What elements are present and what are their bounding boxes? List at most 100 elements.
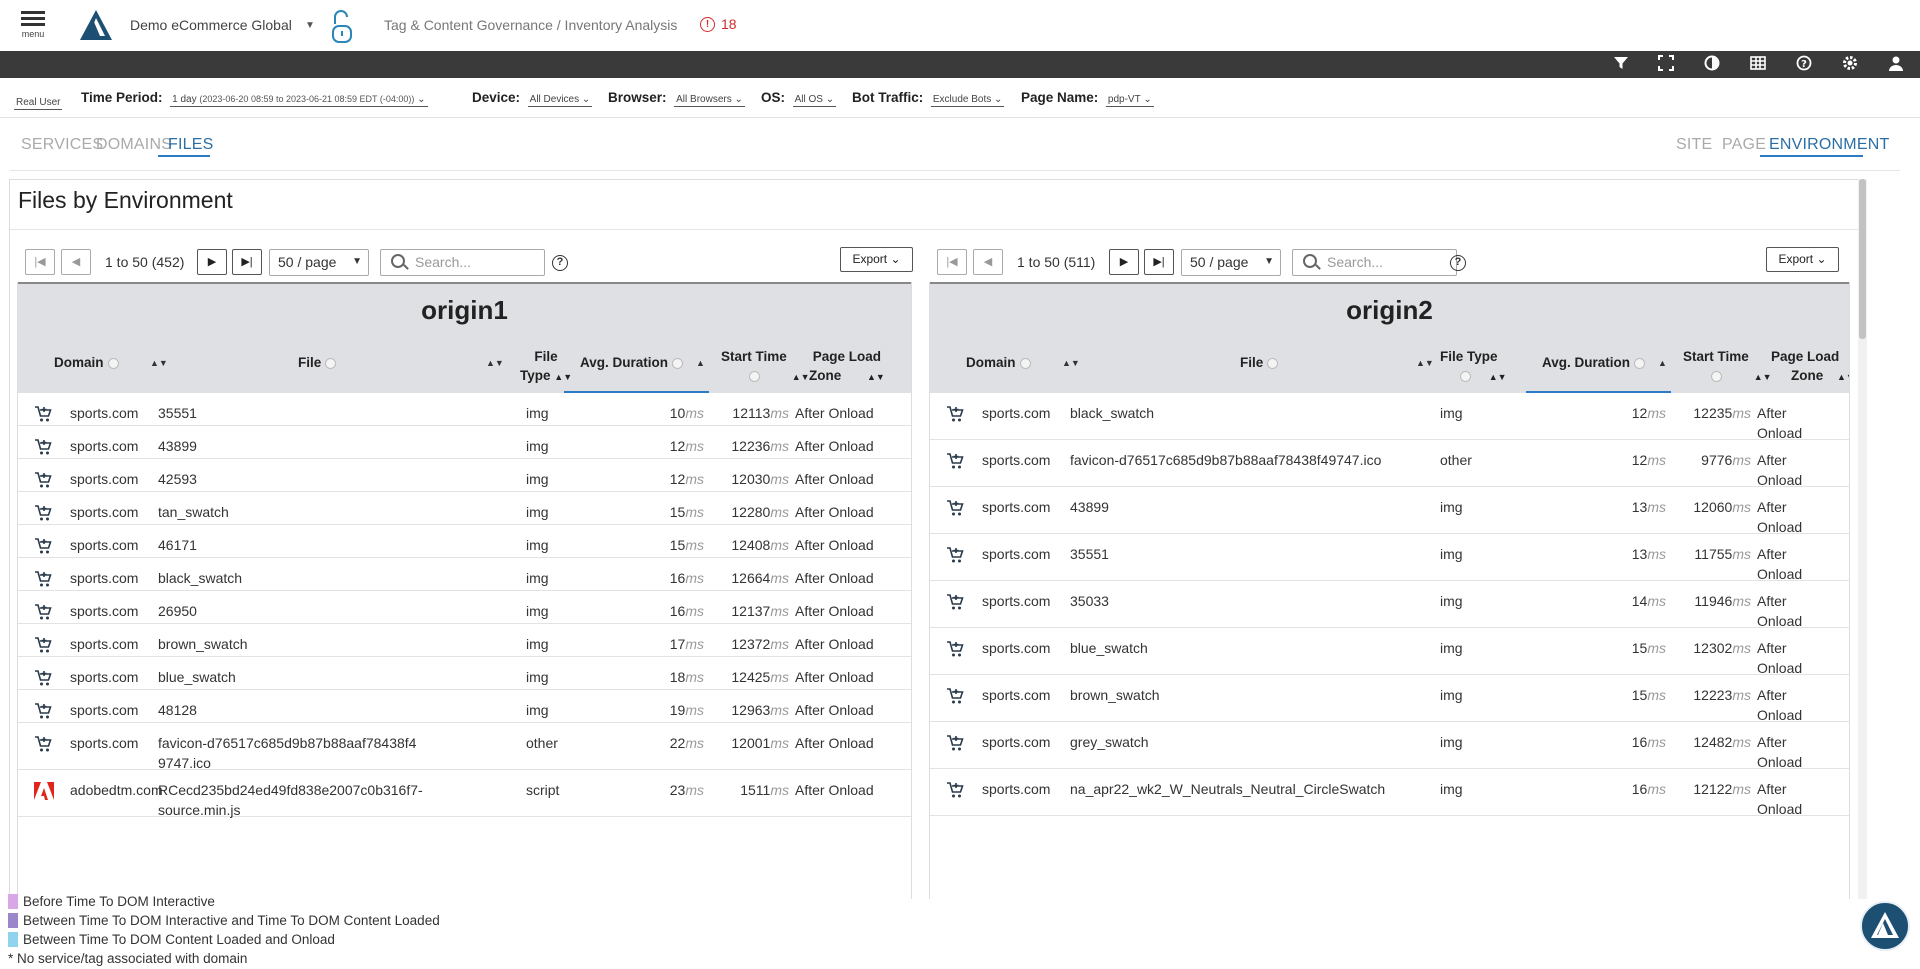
- table-row[interactable]: sports.com 35551 img 10ms 12113ms After Onloa…: [18, 393, 911, 426]
- time-period-filter[interactable]: Time Period: 1 day (2023-06-20 08:59 to …: [81, 90, 428, 107]
- sort-asc-icon[interactable]: ▲: [696, 358, 705, 368]
- search-input[interactable]: Search...: [1292, 249, 1457, 276]
- table-row[interactable]: sports.com blue_swatch img 18ms 12425ms After…: [18, 657, 911, 690]
- tab-services[interactable]: SERVICES: [21, 136, 103, 154]
- search-input[interactable]: Search...: [380, 249, 545, 276]
- contrast-icon[interactable]: [1702, 55, 1722, 75]
- col-start-time[interactable]: Start Time ▲▼: [1671, 338, 1772, 393]
- next-page-button[interactable]: ▶: [197, 249, 227, 275]
- info-icon[interactable]: [1460, 370, 1471, 382]
- tab-site[interactable]: SITE: [1676, 136, 1712, 154]
- help-icon[interactable]: ?: [1794, 55, 1814, 75]
- table-row[interactable]: sports.com 42593 img 12ms 12030ms After Onloa…: [18, 459, 911, 492]
- table-row[interactable]: sports.com 48128 img 19ms 12963ms After Onloa…: [18, 690, 911, 723]
- page-name-value[interactable]: pdp-VT ⌄: [1105, 94, 1154, 107]
- sort-icon[interactable]: ▲▼: [867, 372, 885, 382]
- last-page-button[interactable]: ▶|: [232, 249, 262, 275]
- help-icon[interactable]: ?: [1450, 255, 1466, 271]
- info-icon[interactable]: [1711, 370, 1722, 382]
- col-file-type[interactable]: File Type ▲▼: [1432, 338, 1512, 393]
- table-row[interactable]: sports.com blue_swatch img 15ms 12302ms After…: [930, 628, 1849, 676]
- fullscreen-icon[interactable]: [1656, 55, 1676, 75]
- table-row[interactable]: sports.com grey_swatch img 16ms 12482ms After…: [930, 722, 1849, 770]
- col-file[interactable]: File ▲▼: [158, 338, 504, 393]
- gear-icon[interactable]: [1840, 55, 1860, 75]
- sort-icon[interactable]: ▲▼: [1489, 372, 1507, 382]
- last-page-button[interactable]: ▶|: [1144, 249, 1174, 275]
- columns-icon[interactable]: [1748, 55, 1768, 75]
- table-row[interactable]: sports.com 35033 img 14ms 11946ms After Onloa…: [930, 581, 1849, 629]
- col-file[interactable]: File ▲▼: [1070, 338, 1434, 393]
- table-row[interactable]: sports.com brown_swatch img 17ms 12372ms Afte…: [18, 624, 911, 657]
- info-icon[interactable]: [325, 357, 337, 369]
- browser-value[interactable]: All Browsers ⌄: [674, 94, 745, 107]
- bot-traffic-value[interactable]: Exclude Bots ⌄: [930, 94, 1005, 107]
- table-row[interactable]: sports.com 26950 img 16ms 12137ms After Onloa…: [18, 591, 911, 624]
- prev-page-button[interactable]: ◀: [61, 249, 91, 275]
- panel-scrollbar[interactable]: [1858, 179, 1867, 899]
- assistant-button[interactable]: [1860, 901, 1910, 951]
- col-start-time[interactable]: Start Time ▲▼: [709, 338, 810, 393]
- tab-environment[interactable]: ENVIRONMENT: [1769, 136, 1889, 154]
- scrollbar-thumb[interactable]: [1859, 179, 1866, 339]
- unlock-icon[interactable]: [330, 10, 354, 44]
- page-size-select[interactable]: 50 / page ▼: [1181, 249, 1281, 276]
- table-row[interactable]: sports.com na_apr22_wk2_W_Neutrals_Neutra…: [930, 769, 1849, 817]
- next-page-button[interactable]: ▶: [1109, 249, 1139, 275]
- filter-icon[interactable]: [1611, 55, 1631, 75]
- first-page-button[interactable]: |◀: [937, 249, 967, 275]
- sort-asc-icon[interactable]: ▲: [1658, 358, 1667, 368]
- info-icon[interactable]: [107, 357, 119, 369]
- app-selector[interactable]: Demo eCommerce Global: [130, 17, 292, 33]
- info-icon[interactable]: [672, 357, 684, 369]
- alert-indicator[interactable]: ! 18: [700, 16, 737, 32]
- table-row[interactable]: sports.com favicon-d76517c685d9b87b88aaf7…: [18, 723, 911, 771]
- col-page-load-zone[interactable]: Page Load Zone ▲▼: [795, 338, 911, 393]
- prev-page-button[interactable]: ◀: [973, 249, 1003, 275]
- app-dropdown-caret-icon[interactable]: ▼: [305, 20, 315, 31]
- os-value[interactable]: All OS ⌄: [792, 94, 837, 107]
- tab-domains[interactable]: DOMAINS: [96, 136, 172, 154]
- table-row[interactable]: sports.com 35551 img 13ms 11755ms After Onloa…: [930, 534, 1849, 582]
- time-period-value[interactable]: 1 day (2023-06-20 08:59 to 2023-06-21 08…: [170, 94, 428, 107]
- info-icon[interactable]: [1267, 357, 1279, 369]
- cell-start-time: 9776ms: [1671, 450, 1751, 470]
- table-row[interactable]: sports.com favicon-d76517c685d9b87b88aaf7…: [930, 440, 1849, 488]
- table-row[interactable]: sports.com 43899 img 12ms 12236ms After Onloa…: [18, 426, 911, 459]
- col-avg-duration[interactable]: Avg. Duration ▲: [564, 338, 709, 393]
- table-row[interactable]: sports.com black_swatch img 12ms 12235ms Afte…: [930, 393, 1849, 441]
- device-value[interactable]: All Devices ⌄: [527, 94, 593, 107]
- info-icon[interactable]: [1019, 357, 1031, 369]
- table-row[interactable]: sports.com 43899 img 13ms 12060ms After Onloa…: [930, 487, 1849, 535]
- help-icon[interactable]: ?: [552, 255, 568, 271]
- menu-button[interactable]: menu: [18, 8, 48, 48]
- info-icon[interactable]: [1634, 357, 1646, 369]
- table-row[interactable]: sports.com black_swatch img 16ms 12664ms Afte…: [18, 558, 911, 591]
- search-placeholder: Search...: [1327, 254, 1384, 270]
- table-row[interactable]: sports.com tan_swatch img 15ms 12280ms After …: [18, 492, 911, 525]
- page-name-filter[interactable]: Page Name: pdp-VT ⌄: [1021, 90, 1154, 107]
- bot-traffic-filter[interactable]: Bot Traffic: Exclude Bots ⌄: [852, 90, 1005, 107]
- table-row[interactable]: sports.com 46171 img 15ms 12408ms After Onloa…: [18, 525, 911, 558]
- first-page-button[interactable]: |◀: [25, 249, 55, 275]
- export-button[interactable]: Export ⌄: [1766, 247, 1839, 272]
- sort-icon[interactable]: ▲▼: [1837, 372, 1849, 382]
- tab-page[interactable]: PAGE: [1722, 136, 1766, 154]
- col-file-type[interactable]: File Type ▲▼: [498, 338, 572, 393]
- os-filter[interactable]: OS: All OS ⌄: [761, 90, 837, 107]
- col-domain[interactable]: Domain ▲▼: [18, 338, 168, 393]
- mode-selector[interactable]: Real User: [14, 93, 63, 110]
- unit-label: ms: [685, 669, 704, 685]
- table-row[interactable]: adobedtm.com RCecd235bd24ed49fd838e2007c0…: [18, 770, 911, 818]
- device-filter[interactable]: Device: All Devices ⌄: [472, 90, 593, 107]
- browser-filter[interactable]: Browser: All Browsers ⌄: [608, 90, 745, 107]
- table-row[interactable]: sports.com brown_swatch img 15ms 12223ms Afte…: [930, 675, 1849, 723]
- col-domain[interactable]: Domain ▲▼: [930, 338, 1080, 393]
- col-page-load-zone[interactable]: Page Load Zone ▲▼: [1757, 338, 1849, 393]
- tab-files[interactable]: FILES: [168, 136, 213, 154]
- info-icon[interactable]: [749, 370, 760, 382]
- export-button[interactable]: Export ⌄: [840, 247, 913, 272]
- user-icon[interactable]: [1886, 55, 1906, 75]
- col-avg-duration[interactable]: Avg. Duration ▲: [1526, 338, 1671, 393]
- page-size-select[interactable]: 50 / page ▼: [269, 249, 369, 276]
